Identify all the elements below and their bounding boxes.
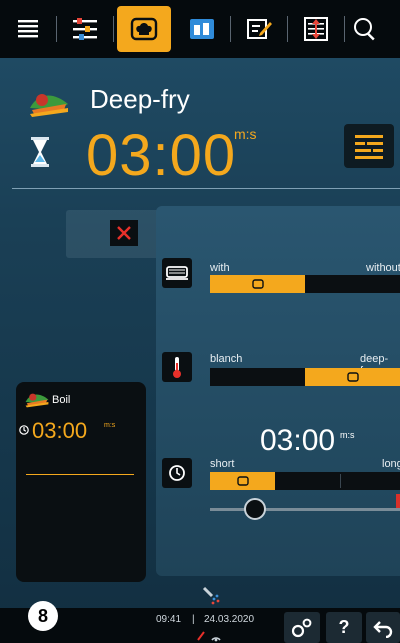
top-nav-bar [0, 0, 400, 58]
timer-icon [169, 465, 185, 481]
cooking-mode-button[interactable] [117, 6, 171, 52]
clock-time: 09:41 [156, 614, 182, 625]
cooking-paths-icon [190, 19, 214, 39]
cook-time-unit: m:s [340, 430, 355, 440]
timer-small-icon [19, 425, 29, 435]
cook-time-slider-bar[interactable] [210, 472, 400, 490]
step-number-badge: 8 [28, 601, 58, 631]
temperature-parameter-button[interactable] [162, 352, 192, 382]
gears-icon [291, 618, 312, 637]
settings-sliders-icon [73, 18, 97, 40]
slider-handle-icon [236, 476, 249, 486]
previous-step-time: 03:00 [32, 418, 88, 443]
previous-step-unit: m:s [104, 422, 116, 429]
previous-step-divider [26, 474, 134, 475]
fat-slider-fill[interactable] [210, 275, 305, 293]
separator: | [192, 614, 195, 625]
page-title: Deep-fry [90, 84, 190, 114]
current-date: 24.03.2020 [204, 614, 255, 625]
hourglass-icon [31, 137, 49, 167]
separator [113, 16, 114, 42]
back-arrow-icon [373, 620, 393, 638]
header-divider [12, 188, 400, 189]
fat-right-label: without [366, 262, 400, 274]
cook-time-slider-fill[interactable] [210, 472, 275, 490]
fat-parameter-button[interactable] [162, 258, 192, 288]
temperature-slider-bar[interactable] [210, 368, 400, 386]
slider-handle-icon [251, 279, 264, 289]
vegetables-icon [30, 94, 68, 117]
limit-marker [396, 494, 400, 508]
close-button[interactable] [110, 220, 138, 246]
settings-button-bottom[interactable] [284, 612, 320, 643]
remaining-time: 03:00 [86, 123, 237, 188]
load-rack-icon [304, 17, 328, 41]
back-button[interactable] [366, 612, 400, 643]
notes-button[interactable] [231, 0, 287, 58]
list-icon [355, 135, 383, 159]
menu-button[interactable] [0, 0, 56, 58]
help-icon: ? [338, 617, 350, 637]
temperature-slider-empty [210, 368, 305, 386]
search-button[interactable] [345, 0, 385, 58]
cook-time-parameter-button[interactable] [162, 458, 192, 488]
cook-time-left-label: short [210, 458, 235, 470]
slider-tick [340, 474, 341, 488]
parameter-card [156, 206, 400, 576]
close-icon [117, 226, 131, 240]
fine-adjust-track[interactable] [210, 508, 400, 511]
cook-time-right-label: long [382, 458, 400, 470]
vegetables-small-icon [25, 393, 49, 408]
cooking-paths-button[interactable] [174, 0, 230, 58]
fat-slider-bar[interactable] [210, 275, 400, 293]
status-indicators-icon [197, 631, 221, 642]
thermometer-icon [173, 357, 181, 378]
menu-icon [18, 20, 38, 38]
previous-step-title: Boil [52, 394, 71, 406]
fryer-basket-icon [166, 266, 188, 280]
settings-button[interactable] [57, 0, 113, 58]
load-rack-button[interactable] [288, 0, 344, 58]
chef-hat-icon [130, 17, 158, 41]
help-button[interactable]: ? [326, 612, 362, 643]
fine-adjust-knob[interactable] [244, 498, 266, 520]
slider-handle-icon [346, 372, 359, 382]
notes-edit-icon [247, 19, 272, 39]
cook-time-value: 03:00 [260, 424, 336, 457]
shower-icon [202, 586, 220, 605]
fat-left-label: with [210, 262, 230, 274]
steps-list-button[interactable] [344, 124, 394, 168]
previous-step-card[interactable] [16, 382, 146, 582]
time-unit: m:s [234, 126, 257, 142]
temperature-left-label: blanch [210, 353, 243, 365]
search-icon [354, 18, 375, 41]
temperature-slider-fill[interactable] [305, 368, 400, 386]
